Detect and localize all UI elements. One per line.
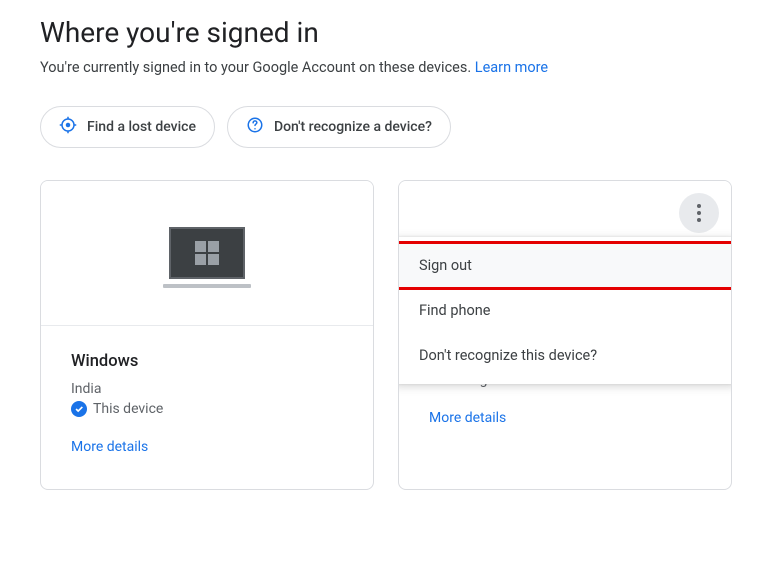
dont-recognize-label: Don't recognize a device? [274,119,432,135]
windows-pc-icon [169,227,245,279]
this-device-label: This device [93,401,163,417]
device-illustration: Sign out Find phone Don't recognize this… [399,181,731,326]
more-details-link[interactable]: More details [429,410,506,426]
device-illustration [41,181,373,326]
target-icon [59,116,77,138]
menu-item-dont-recognize[interactable]: Don't recognize this device? [398,333,732,378]
device-card: Sign out Find phone Don't recognize this… [398,180,732,490]
page-subtitle: You're currently signed in to your Googl… [40,59,732,76]
find-lost-device-button[interactable]: Find a lost device [40,106,215,148]
dont-recognize-button[interactable]: Don't recognize a device? [227,106,451,148]
kebab-icon [697,204,701,222]
check-icon [71,401,87,417]
subtitle-text: You're currently signed in to your Googl… [40,59,471,76]
find-lost-device-label: Find a lost device [87,119,196,135]
device-location: India [71,381,343,397]
device-card: Windows India This device More details [40,180,374,490]
more-details-link[interactable]: More details [71,439,148,455]
device-options-button[interactable] [679,193,719,233]
device-name: Windows [71,352,343,371]
device-options-menu: Sign out Find phone Don't recognize this… [398,237,732,384]
learn-more-link[interactable]: Learn more [475,59,548,76]
question-icon [246,116,264,138]
device-cards: Windows India This device More details S… [40,180,732,490]
this-device-badge: This device [71,401,343,417]
menu-item-sign-out[interactable]: Sign out [398,243,732,288]
action-pills: Find a lost device Don't recognize a dev… [40,106,732,148]
page-title: Where you're signed in [40,16,732,49]
menu-item-find-phone[interactable]: Find phone [398,288,732,333]
